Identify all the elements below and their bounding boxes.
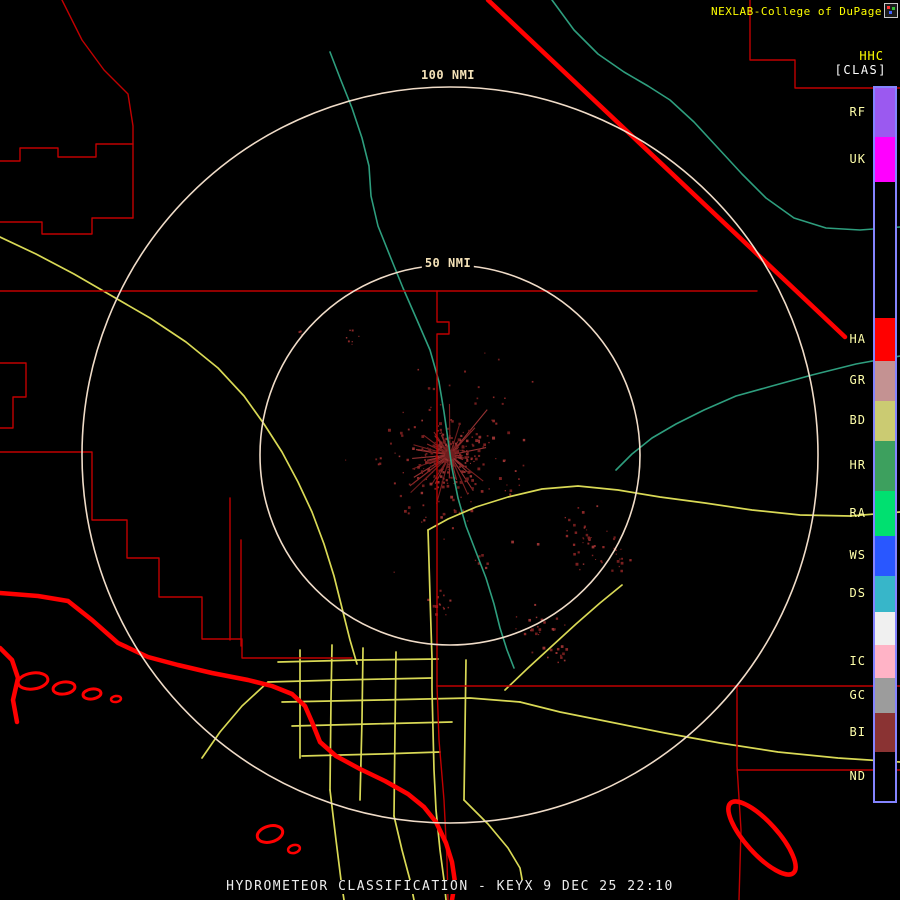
highway-line — [504, 584, 623, 691]
river-line — [551, 0, 900, 231]
county-boundary-line — [0, 362, 27, 429]
county-boundary-line — [61, 0, 134, 219]
range-ring-label: 50 NMI — [421, 256, 475, 270]
legend-segment — [875, 401, 895, 441]
legend-segment — [875, 441, 895, 491]
logo-pixel-green — [892, 7, 895, 10]
major-red-line — [485, 0, 848, 340]
legend-label-gc: GC — [849, 687, 866, 702]
legend-label-ds: DS — [849, 586, 866, 600]
county-boundary-line — [436, 290, 450, 687]
red-outline-shape — [255, 824, 285, 844]
highway-line — [201, 681, 269, 759]
nexlab-logo-icon — [884, 3, 898, 18]
roads-layer — [0, 236, 900, 900]
highway-line — [427, 485, 900, 531]
legend-segment — [875, 576, 895, 612]
legend-segment — [875, 182, 895, 318]
legend-label-uk: UK — [849, 151, 866, 166]
radar-map-canvas — [0, 0, 900, 900]
legend-segment — [875, 536, 895, 576]
product-code-label: HHC — [859, 49, 884, 63]
logo-pixel-blue — [889, 11, 892, 14]
legend-label-nd: ND — [849, 768, 866, 783]
legend-label-ha: HA — [849, 331, 866, 346]
legend-label-rf: RF — [849, 104, 866, 119]
major-red-line — [0, 645, 21, 725]
legend-segment — [875, 678, 895, 713]
legend-segment — [875, 645, 895, 678]
classification-color-scale — [873, 86, 897, 803]
county-boundary-line — [0, 217, 134, 235]
red-outline-shape — [109, 694, 123, 704]
county-boundary-line — [0, 143, 134, 162]
highway-line — [463, 659, 467, 801]
legend-label-ra: RA — [849, 505, 866, 520]
highway-line — [329, 644, 333, 791]
highway-line — [463, 799, 525, 891]
county-boundary-line — [736, 685, 742, 900]
legend-segment — [875, 137, 895, 182]
red-outline-shape — [51, 680, 77, 696]
red-outline-shape — [286, 843, 302, 855]
highway-line — [277, 658, 439, 663]
product-tag-label: [CLAS] — [834, 63, 887, 77]
logo-pixel-red — [887, 6, 890, 9]
legend-label-gr: GR — [849, 373, 866, 387]
river-line — [329, 51, 515, 669]
legend-segment — [875, 713, 895, 752]
red-outline-shape — [81, 687, 103, 701]
radar-display: NEXLAB-College of DuPage HHC [CLAS] RF UK… — [0, 0, 900, 900]
range-ring-label: 100 NMI — [417, 68, 479, 82]
red-outline-shape — [16, 671, 50, 691]
highway-line — [393, 651, 397, 817]
legend-segment — [875, 318, 895, 361]
legend-segment — [875, 752, 895, 801]
highway-line — [281, 697, 521, 703]
legend-label-ws: WS — [849, 548, 866, 562]
highway-line — [267, 677, 433, 683]
legend-label-ic: IC — [849, 653, 866, 668]
legend-segment — [875, 88, 895, 137]
red-outline-shape — [726, 799, 798, 877]
product-caption: HYDROMETEOR CLASSIFICATION - KEYX 9 DEC … — [222, 879, 678, 895]
legend-segment — [875, 361, 895, 401]
legend-label-bd: BD — [849, 413, 866, 427]
highway-line — [291, 721, 453, 727]
legend-segment — [875, 612, 895, 645]
highway-line — [519, 701, 900, 763]
legend-label-bi: BI — [849, 724, 866, 739]
brand-title: NEXLAB-College of DuPage — [711, 5, 882, 18]
legend-segment — [875, 491, 895, 536]
radar-echo-layer — [298, 329, 632, 664]
legend-label-hr: HR — [849, 458, 866, 472]
rivers-layer — [329, 0, 900, 669]
highway-line — [301, 751, 441, 757]
